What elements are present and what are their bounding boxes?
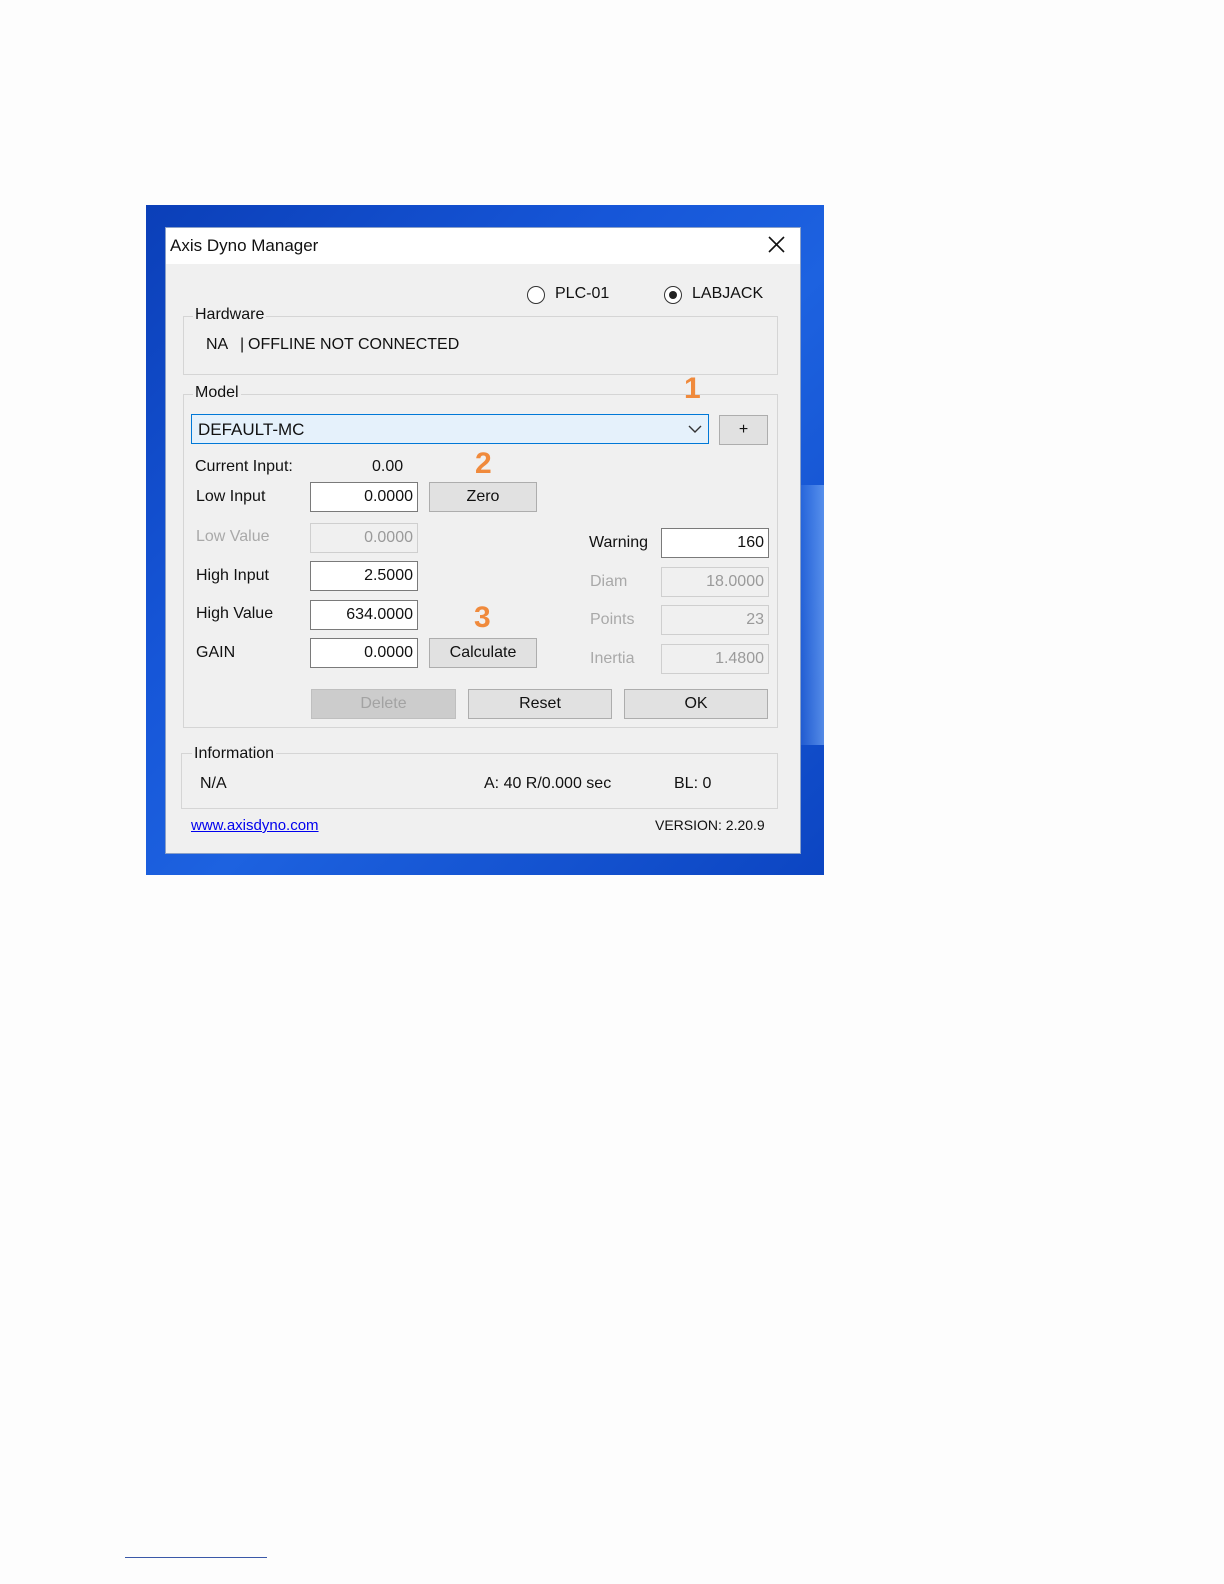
version-label: VERSION: 2.20.9 — [655, 817, 765, 833]
warning-field[interactable]: 160 — [661, 528, 769, 558]
close-button[interactable] — [762, 233, 792, 259]
calculate-button[interactable]: Calculate — [429, 638, 537, 668]
hardware-status: OFFLINE NOT CONNECTED — [248, 336, 460, 353]
website-link[interactable]: www.axisdyno.com — [191, 817, 319, 834]
current-input-label: Current Input: — [195, 458, 293, 475]
points-field: 23 — [661, 605, 769, 635]
inertia-label: Inertia — [590, 650, 635, 667]
low-value-label: Low Value — [196, 528, 270, 545]
radio-plc01-label[interactable]: PLC-01 — [555, 285, 609, 303]
ok-button[interactable]: OK — [624, 689, 768, 719]
low-input-field[interactable]: 0.0000 — [310, 482, 418, 512]
title-bar: Axis Dyno Manager — [166, 228, 800, 264]
diam-field: 18.0000 — [661, 567, 769, 597]
information-rate: A: 40 R/0.000 sec — [484, 775, 612, 792]
annotation-marker-1: 1 — [684, 372, 701, 405]
add-model-button[interactable]: + — [719, 415, 768, 445]
diam-label: Diam — [590, 573, 628, 590]
zero-button[interactable]: Zero — [429, 482, 537, 512]
points-label: Points — [590, 611, 635, 628]
footnote-divider — [125, 1557, 267, 1558]
hardware-id: NA — [206, 336, 229, 353]
model-legend: Model — [193, 384, 241, 402]
annotation-marker-2: 2 — [475, 447, 492, 480]
model-select[interactable]: DEFAULT-MC — [191, 414, 709, 444]
inertia-field: 1.4800 — [661, 644, 769, 674]
information-legend: Information — [192, 745, 277, 763]
information-bl: BL: 0 — [674, 775, 712, 792]
reset-button[interactable]: Reset — [468, 689, 612, 719]
high-value-label: High Value — [196, 605, 274, 622]
model-group — [183, 394, 778, 728]
chevron-down-icon — [688, 425, 702, 433]
warning-label: Warning — [589, 534, 648, 551]
model-select-value: DEFAULT-MC — [198, 420, 305, 439]
annotation-marker-3: 3 — [474, 601, 491, 634]
high-input-label: High Input — [196, 567, 269, 584]
window-title: Axis Dyno Manager — [170, 236, 319, 255]
gain-label: GAIN — [196, 644, 236, 661]
low-input-label: Low Input — [196, 488, 266, 505]
low-value-field: 0.0000 — [310, 523, 418, 553]
radio-plc01[interactable] — [527, 286, 545, 304]
hardware-separator: | — [240, 336, 245, 353]
hardware-legend: Hardware — [193, 306, 267, 324]
high-input-field[interactable]: 2.5000 — [310, 561, 418, 591]
radio-labjack-label[interactable]: LABJACK — [692, 285, 763, 303]
high-value-field[interactable]: 634.0000 — [310, 600, 418, 630]
close-icon — [768, 236, 785, 253]
gain-field[interactable]: 0.0000 — [310, 638, 418, 668]
information-status: N/A — [200, 775, 227, 792]
delete-button[interactable]: Delete — [311, 689, 456, 719]
current-input-value: 0.00 — [372, 458, 404, 475]
radio-labjack[interactable] — [664, 286, 682, 304]
